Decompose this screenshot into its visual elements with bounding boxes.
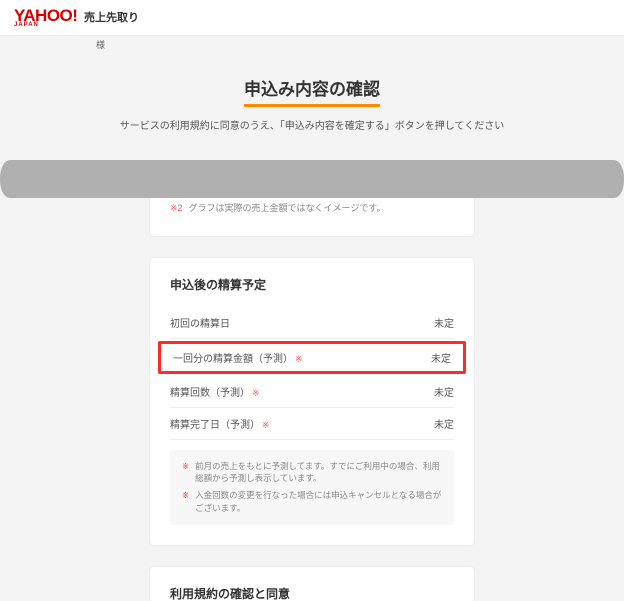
page-title: 申込み内容の確認 xyxy=(244,75,380,107)
brand-logo: YAHOO! JAPAN 売上先取り xyxy=(14,7,139,28)
schedule-row-label: 精算回数（予測）※ xyxy=(170,384,434,399)
schedule-notes: ※ 前月の売上をもとに予測してます。すでにご利用中の場合、利用総額から予測し表示… xyxy=(170,450,454,525)
note-text: 入金回数の変更を行なった場合には申込キャンセルとなる場合がございます。 xyxy=(195,489,442,515)
schedule-row: 初回の精算日 未定 xyxy=(170,307,454,339)
graph-note: ※2 グラフは実際の売上金額ではなくイメージです。 xyxy=(170,202,454,216)
note-mark: ※2 xyxy=(170,202,183,216)
schedule-heading: 申込後の精算予定 xyxy=(170,276,454,293)
schedule-row-label: 精算完了日（予測）※ xyxy=(170,416,434,431)
highlighted-amount-row: 一回分の精算金額（予測）※ 未定 xyxy=(158,341,466,374)
note-text: グラフは実際の売上金額ではなくイメージです。 xyxy=(189,202,386,216)
user-suffix: 様 xyxy=(96,40,105,50)
page-title-block: 申込み内容の確認 xyxy=(0,75,624,107)
note-mark: ※ xyxy=(182,460,189,486)
schedule-row-value: 未定 xyxy=(434,315,454,330)
brand-name-bang: ! xyxy=(72,6,78,25)
page-subtitle: サービスの利用規約に同意のうえ、「申込み内容を確定する」ボタンを押してください xyxy=(0,117,624,132)
schedule-card: 申込後の精算予定 初回の精算日 未定 一回分の精算金額（予測）※ 未定 精算回数… xyxy=(150,258,474,545)
schedule-note: ※ 入金回数の変更を行なった場合には申込キャンセルとなる場合がございます。 xyxy=(182,489,442,515)
asterisk-icon: ※ xyxy=(295,354,303,364)
terms-heading: 利用規約の確認と同意 xyxy=(170,585,454,601)
schedule-row: 精算完了日（予測）※ 未定 xyxy=(170,408,454,440)
schedule-row-label: 一回分の精算金額（予測）※ xyxy=(173,350,431,365)
main-content: ※2 グラフは実際の売上金額ではなくイメージです。 申込後の精算予定 初回の精算… xyxy=(150,168,474,601)
user-line: 様 xyxy=(0,36,624,51)
redaction-band xyxy=(0,160,624,198)
schedule-note: ※ 前月の売上をもとに予測してます。すでにご利用中の場合、利用総額から予測し表示… xyxy=(182,460,442,486)
asterisk-icon: ※ xyxy=(262,420,270,430)
schedule-row-label: 初回の精算日 xyxy=(170,315,434,330)
schedule-row-value: 未定 xyxy=(434,384,454,399)
schedule-row: 一回分の精算金額（予測）※ 未定 xyxy=(173,344,451,371)
terms-card: 利用規約の確認と同意 利用規約に同意する 売上先取りサービス利用規約 xyxy=(150,567,474,601)
schedule-row-value: 未定 xyxy=(431,350,451,365)
app-header: YAHOO! JAPAN 売上先取り xyxy=(0,0,624,36)
schedule-row: 精算回数（予測）※ 未定 xyxy=(170,376,454,408)
note-mark: ※ xyxy=(182,489,189,515)
asterisk-icon: ※ xyxy=(252,388,260,398)
note-text: 前月の売上をもとに予測してます。すでにご利用中の場合、利用総額から予測し表示して… xyxy=(195,460,442,486)
schedule-row-value: 未定 xyxy=(434,416,454,431)
yahoo-logo: YAHOO! JAPAN xyxy=(14,7,78,28)
service-name: 売上先取り xyxy=(84,9,139,25)
